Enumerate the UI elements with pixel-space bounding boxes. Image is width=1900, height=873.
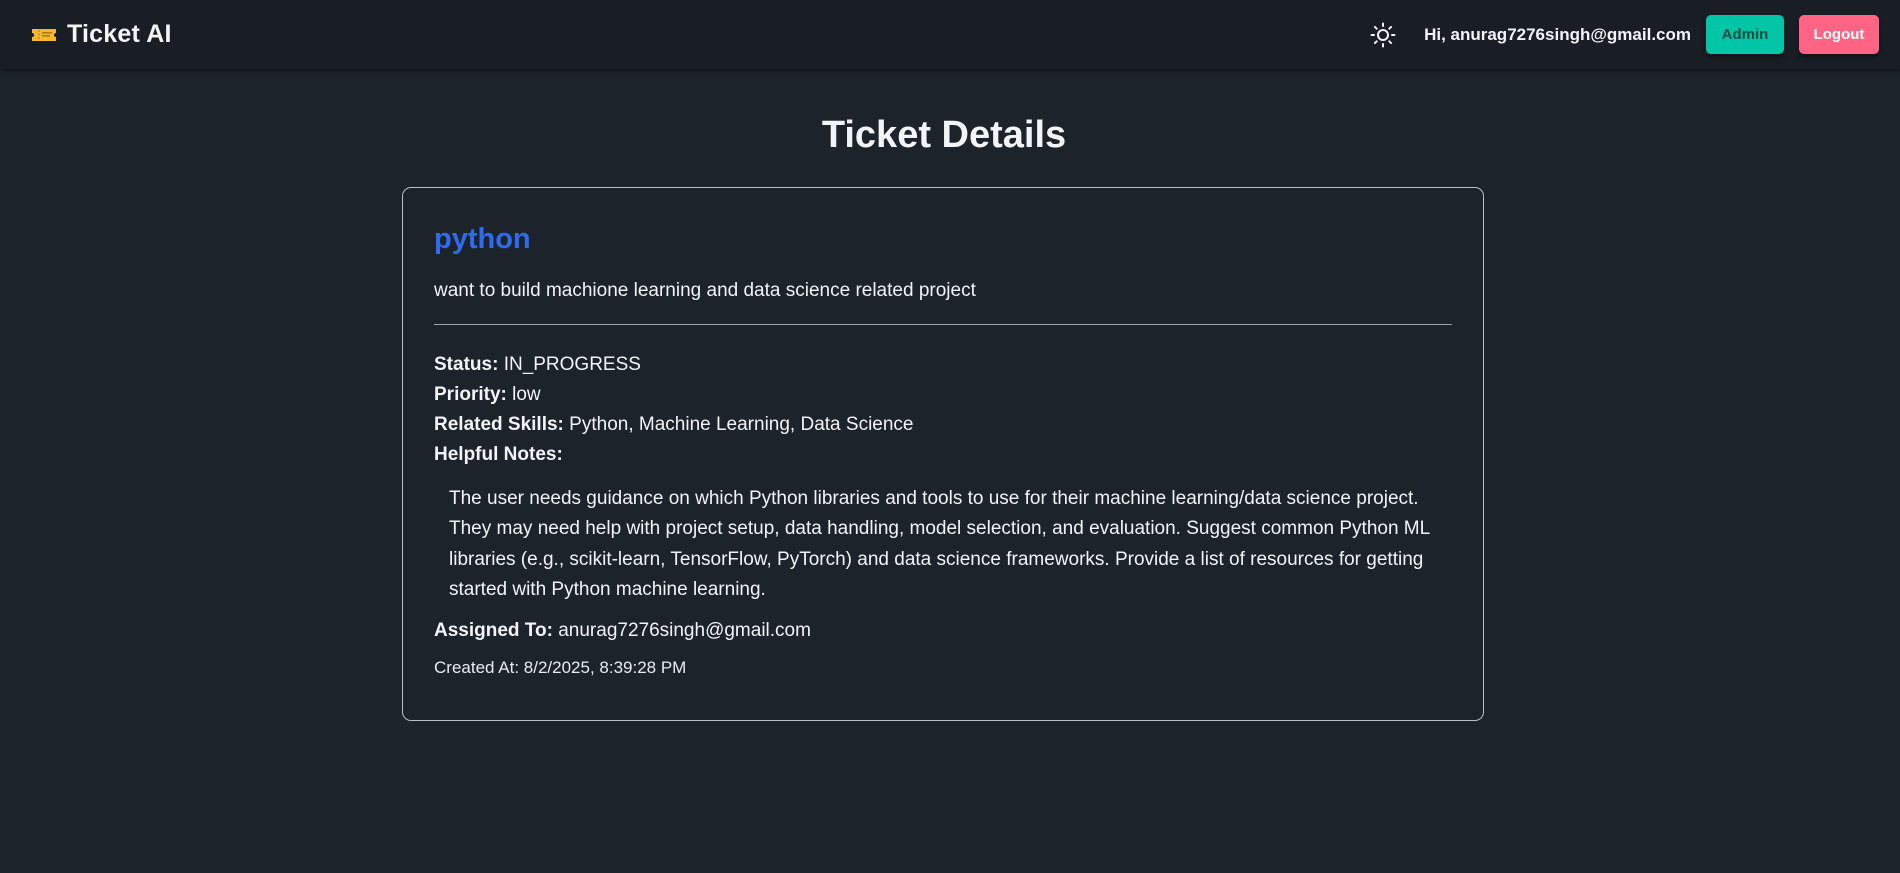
ticket-title: python bbox=[434, 223, 531, 255]
notes-row: Helpful Notes: bbox=[434, 440, 1452, 470]
assigned-row: Assigned To: anurag7276singh@gmail.com bbox=[434, 620, 1452, 642]
logout-button[interactable]: Logout bbox=[1799, 15, 1879, 54]
notes-label: Helpful Notes: bbox=[434, 443, 563, 465]
priority-row: Priority: low bbox=[434, 380, 1452, 410]
brand-link[interactable]: Ticket AI bbox=[31, 20, 172, 49]
priority-label: Priority: bbox=[434, 383, 507, 405]
navbar: Ticket AI Hi, anurag7276singh@gmail.com … bbox=[0, 0, 1900, 69]
skills-row: Related Skills: Python, Machine Learning… bbox=[434, 410, 1452, 440]
theme-toggle-button[interactable] bbox=[1366, 18, 1400, 52]
sun-icon bbox=[1370, 22, 1396, 47]
helpful-notes: The user needs guidance on which Python … bbox=[449, 487, 1430, 601]
status-label: Status: bbox=[434, 353, 499, 375]
assigned-label: Assigned To: bbox=[434, 619, 553, 641]
priority-value: low bbox=[512, 383, 541, 405]
status-value: IN_PROGRESS bbox=[503, 353, 641, 375]
user-email: anurag7276singh@gmail.com bbox=[1450, 24, 1691, 44]
ticket-description: want to build machione learning and data… bbox=[434, 279, 976, 301]
user-greeting: Hi, anurag7276singh@gmail.com bbox=[1424, 25, 1691, 45]
page-title: Ticket Details bbox=[821, 114, 1067, 156]
created-at: Created At: 8/2/2025, 8:39:28 PM bbox=[434, 657, 687, 677]
admin-button[interactable]: Admin bbox=[1706, 15, 1784, 54]
status-row: Status: IN_PROGRESS bbox=[434, 350, 1452, 380]
greeting-prefix: Hi, bbox=[1424, 24, 1451, 44]
skills-label: Related Skills: bbox=[434, 413, 564, 435]
ticket-details: Status: IN_PROGRESS Priority: low Relate… bbox=[434, 350, 1452, 470]
nav-actions: Hi, anurag7276singh@gmail.com Admin Logo… bbox=[1366, 15, 1879, 54]
assigned-value: anurag7276singh@gmail.com bbox=[558, 619, 811, 641]
skills-value: Python, Machine Learning, Data Science bbox=[569, 413, 914, 435]
ticket-card: python want to build machione learning a… bbox=[402, 187, 1484, 721]
ticket-icon bbox=[31, 27, 57, 43]
divider bbox=[434, 323, 1452, 325]
app-title: Ticket AI bbox=[67, 20, 172, 48]
